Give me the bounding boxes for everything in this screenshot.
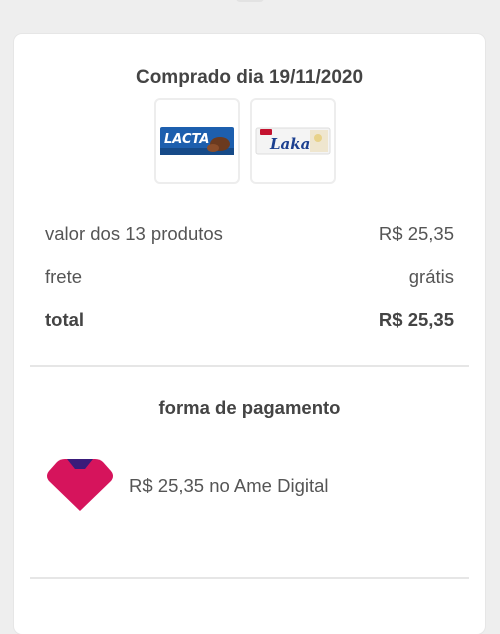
- order-date-title: Comprado dia 19/11/2020: [135, 67, 364, 88]
- section-divider-bottom: [30, 577, 469, 579]
- shipping-label: frete: [45, 265, 83, 287]
- products-value-amount: R$ 25,35: [378, 222, 454, 244]
- products-value-label: valor dos 13 produtos: [45, 222, 223, 244]
- total-value: R$ 25,35: [378, 308, 454, 330]
- lacta-brand-text: LACTA: [164, 132, 209, 147]
- laka-brand-text: Laka: [269, 135, 310, 153]
- lacta-chocolate-icon: LACTA: [160, 127, 234, 155]
- order-card: Comprado dia 19/11/2020 LACTA Laka valor…: [14, 34, 485, 634]
- total-row: total R$ 25,35: [45, 298, 454, 341]
- order-summary: valor dos 13 produtos R$ 25,35 frete grá…: [45, 212, 454, 341]
- top-handle: [236, 0, 264, 2]
- payment-section-title: forma de pagamento: [158, 397, 341, 418]
- shipping-row: frete grátis: [45, 255, 454, 298]
- section-divider: [30, 365, 469, 367]
- ame-digital-logo-icon: [47, 459, 113, 511]
- product-thumbnail-lacta[interactable]: LACTA: [154, 98, 240, 184]
- payment-method: R$ 25,35 no Ame Digital: [45, 459, 329, 513]
- product-thumbnails: LACTA Laka: [154, 98, 336, 188]
- products-value-row: valor dos 13 produtos R$ 25,35: [45, 212, 454, 255]
- shipping-value: grátis: [408, 265, 454, 287]
- laka-chocolate-icon: Laka: [255, 127, 331, 155]
- total-label: total: [45, 308, 85, 330]
- payment-method-text: R$ 25,35 no Ame Digital: [129, 475, 329, 496]
- product-thumbnail-laka[interactable]: Laka: [250, 98, 336, 184]
